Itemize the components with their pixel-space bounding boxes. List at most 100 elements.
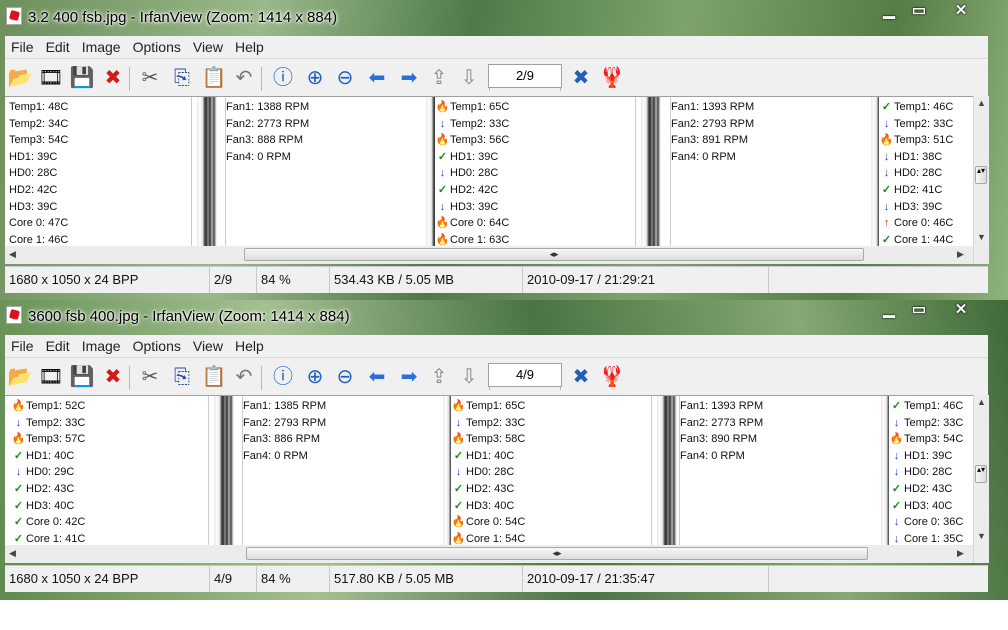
close-button[interactable]: ✕ xyxy=(944,301,978,321)
info-icon[interactable]: ⓘ xyxy=(270,364,296,390)
page-up-icon[interactable]: ⇪ xyxy=(426,65,452,91)
menu-item-view[interactable]: View xyxy=(187,335,229,357)
paste-icon[interactable]: 📋 xyxy=(201,65,227,91)
sensor-value: 2793 RPM xyxy=(702,117,755,130)
previous-icon[interactable]: ⬅ xyxy=(364,364,390,390)
menu-item-file[interactable]: File xyxy=(5,36,40,58)
minimize-button[interactable]: ▁ xyxy=(872,301,906,321)
menu-item-help[interactable]: Help xyxy=(229,335,270,357)
sensor-column: ✓ Temp1: 46C ↓ Temp2: 33C 🔥Temp3: 51C ↓ HD1: 3… xyxy=(879,99,969,247)
undo-icon[interactable]: ↶ xyxy=(231,65,257,91)
sensor-value: 38C xyxy=(922,150,943,163)
scroll-right-arrow[interactable]: ▶ xyxy=(957,249,964,260)
horizontal-scroll-thumb[interactable]: ◂▸ xyxy=(246,547,868,560)
sensor-row: 🔥Core 0: 64C xyxy=(435,215,635,232)
open-folder-icon[interactable]: 📂 xyxy=(7,364,33,390)
scroll-down-arrow[interactable]: ▼ xyxy=(977,232,986,242)
close-button[interactable]: ✕ xyxy=(944,2,978,22)
copy-icon[interactable]: ⎘ xyxy=(169,364,195,390)
menu-item-image[interactable]: Image xyxy=(76,335,127,357)
scroll-up-arrow[interactable]: ▲ xyxy=(977,397,986,407)
menu-item-edit[interactable]: Edit xyxy=(40,36,76,58)
fire-icon: 🔥 xyxy=(435,233,450,246)
scroll-left-arrow[interactable]: ◀ xyxy=(9,249,16,260)
vertical-scroll-thumb[interactable]: ▴▾ xyxy=(975,166,987,184)
info-icon[interactable]: ⓘ xyxy=(270,65,296,91)
paste-icon[interactable]: 📋 xyxy=(201,364,227,390)
next-icon[interactable]: ➡ xyxy=(396,65,422,91)
menu-item-file[interactable]: File xyxy=(5,335,40,357)
arrow-down-icon: ↓ xyxy=(455,416,462,429)
open-folder-icon[interactable]: 📂 xyxy=(7,65,33,91)
horizontal-scrollbar[interactable]: ◀ ▶ ◂▸ xyxy=(5,545,973,563)
zoom-out-icon[interactable]: ⊖ xyxy=(332,364,358,390)
menu-item-image[interactable]: Image xyxy=(76,36,127,58)
irfanview-logo-icon[interactable]: 🦞 xyxy=(599,65,625,91)
save-icon[interactable]: 💾 xyxy=(69,65,95,91)
maximize-button[interactable]: ▭ xyxy=(902,301,936,321)
save-icon[interactable]: 💾 xyxy=(69,364,95,390)
scroll-down-arrow[interactable]: ▼ xyxy=(977,531,986,541)
settings-icon[interactable]: ✖ xyxy=(568,364,594,390)
menu-item-options[interactable]: Options xyxy=(127,36,187,58)
maximize-button[interactable]: ▭ xyxy=(902,2,936,22)
sensor-row: Fan1: 1393 RPM xyxy=(680,398,880,415)
scroll-right-arrow[interactable]: ▶ xyxy=(957,548,964,559)
sensor-column: 🔥Temp1: 52C ↓ Temp2: 33C 🔥Temp3: 57C ✓ HD1: 4… xyxy=(11,398,211,546)
sensor-row: 🔥Temp3: 58C xyxy=(451,431,651,448)
sensor-value: 39C xyxy=(478,150,499,163)
check-icon: ✓ xyxy=(13,532,24,545)
menu-item-view[interactable]: View xyxy=(187,36,229,58)
menu-item-help[interactable]: Help xyxy=(229,36,270,58)
page-up-icon[interactable]: ⇪ xyxy=(426,364,452,390)
arrow-down-icon: ↓ xyxy=(883,117,890,130)
page-number-field[interactable]: 2/9 xyxy=(488,64,562,88)
sensor-label: HD2: xyxy=(9,183,35,196)
cut-icon[interactable]: ✂ xyxy=(137,364,163,390)
sensor-label: Temp2: xyxy=(26,416,63,429)
sensor-label: HD0: xyxy=(466,466,492,479)
irfanview-logo-icon[interactable]: 🦞 xyxy=(599,364,625,390)
sensor-label: HD0: xyxy=(450,167,476,180)
page-number-field[interactable]: 4/9 xyxy=(488,363,562,387)
sensor-row: ↓ HD0: 28C xyxy=(435,165,635,182)
menu-item-edit[interactable]: Edit xyxy=(40,335,76,357)
delete-icon[interactable]: ✖ xyxy=(100,65,126,91)
sensor-row: 🔥Core 1: 54C xyxy=(451,531,651,546)
undo-icon[interactable]: ↶ xyxy=(231,364,257,390)
menu-item-options[interactable]: Options xyxy=(127,335,187,357)
sensor-value: 2773 RPM xyxy=(257,117,310,130)
next-icon[interactable]: ➡ xyxy=(396,364,422,390)
divider xyxy=(191,97,192,247)
sensor-label: Fan3: xyxy=(680,433,709,446)
vertical-scrollbar[interactable]: ▲ ▼ ▴▾ xyxy=(973,96,989,264)
sensor-label: Fan1: xyxy=(243,400,272,412)
scroll-up-arrow[interactable]: ▲ xyxy=(977,98,986,108)
divider xyxy=(225,97,226,247)
vertical-scrollbar[interactable]: ▲ ▼ ▴▾ xyxy=(973,395,989,563)
page-down-icon[interactable]: ⇩ xyxy=(456,364,482,390)
previous-icon[interactable]: ⬅ xyxy=(364,65,390,91)
sensor-value: 46C xyxy=(933,101,954,113)
vertical-scroll-thumb[interactable]: ▴▾ xyxy=(975,465,987,483)
horizontal-scrollbar[interactable]: ◀ ▶ ◂▸ xyxy=(5,246,973,264)
horizontal-scroll-thumb[interactable]: ◂▸ xyxy=(244,248,864,261)
zoom-in-icon[interactable]: ⊕ xyxy=(302,65,328,91)
scroll-left-arrow[interactable]: ◀ xyxy=(9,548,16,559)
settings-icon[interactable]: ✖ xyxy=(568,65,594,91)
delete-icon[interactable]: ✖ xyxy=(100,364,126,390)
zoom-out-icon[interactable]: ⊖ xyxy=(332,65,358,91)
status-date: 2010-09-17 / 21:35:47 xyxy=(523,566,769,592)
minimize-button[interactable]: ▁ xyxy=(872,2,906,22)
slideshow-icon[interactable]: 🎞 xyxy=(38,364,64,390)
fire-icon: 🔥 xyxy=(879,134,894,147)
copy-icon[interactable]: ⎘ xyxy=(169,65,195,91)
cut-icon[interactable]: ✂ xyxy=(137,65,163,91)
page-down-icon[interactable]: ⇩ xyxy=(456,65,482,91)
window-edge-strip xyxy=(197,97,217,247)
zoom-in-icon[interactable]: ⊕ xyxy=(302,364,328,390)
sensor-value: 40C xyxy=(932,499,953,512)
sensor-value: 33C xyxy=(933,117,954,130)
slideshow-icon[interactable]: 🎞 xyxy=(38,65,64,91)
sensor-value: 1393 RPM xyxy=(711,400,764,412)
